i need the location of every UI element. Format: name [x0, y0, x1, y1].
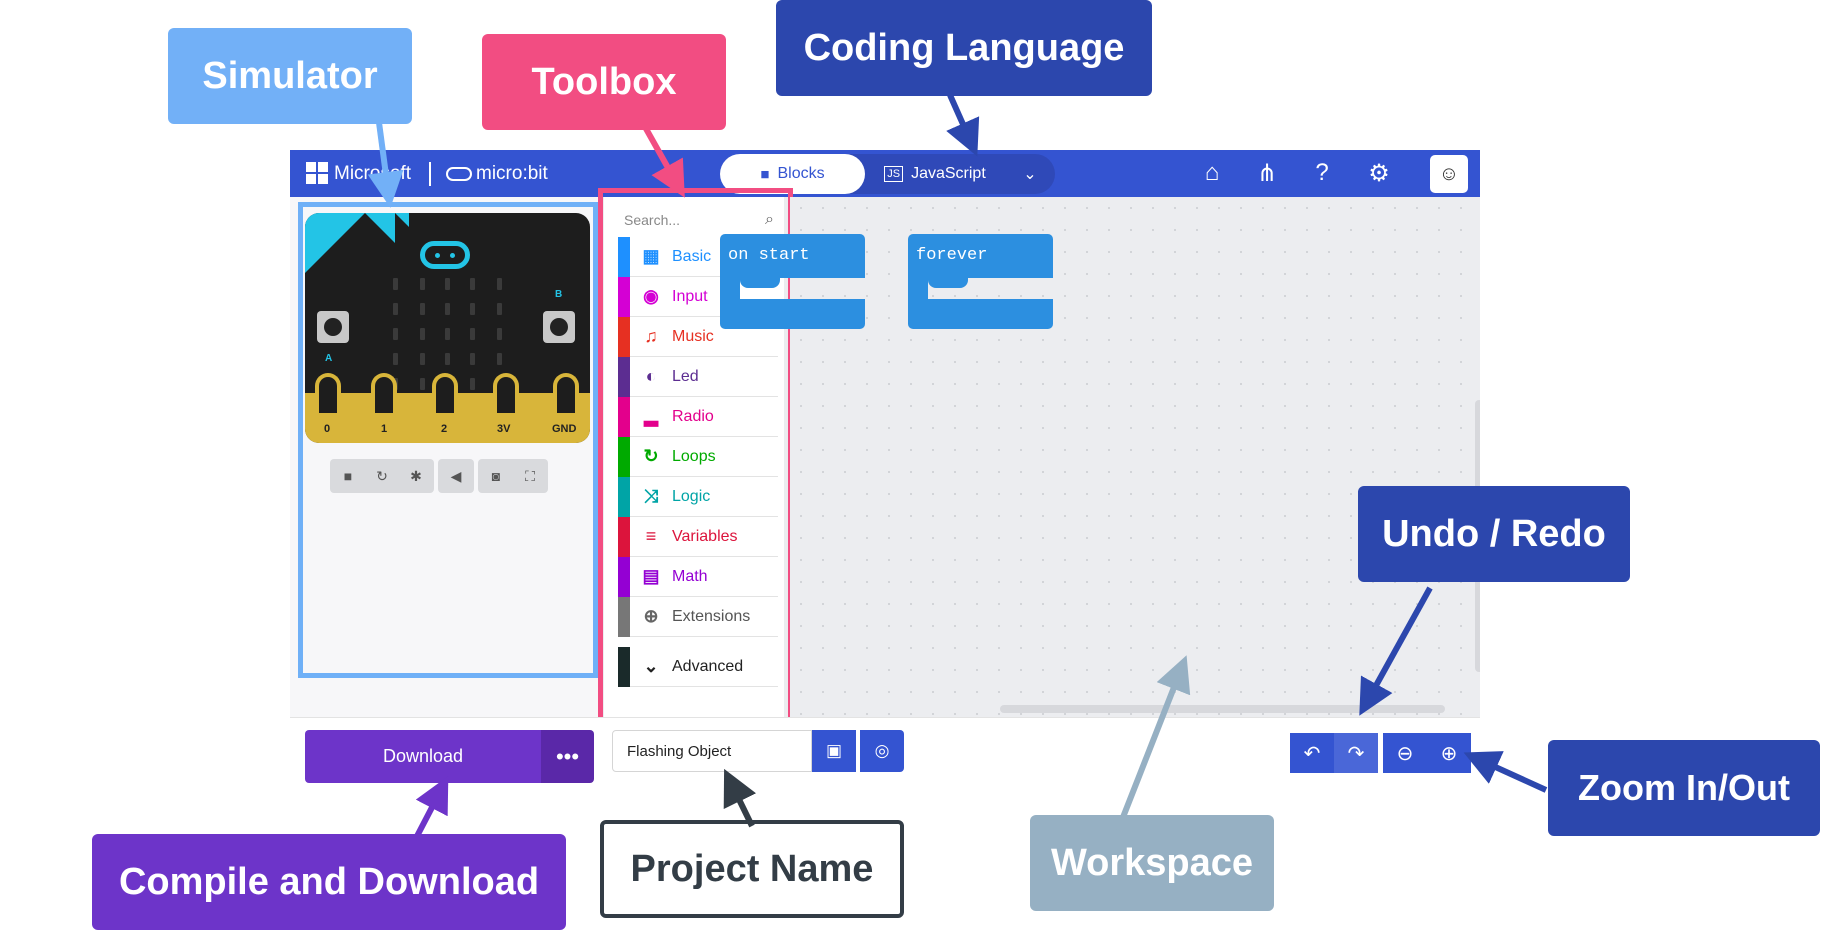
download-button[interactable]: Download: [305, 730, 541, 783]
callout-coding-language: Coding Language: [776, 0, 1152, 96]
redo-button[interactable]: ↷: [1334, 733, 1378, 773]
callout-simulator: Simulator: [168, 28, 412, 124]
block-footer: [720, 299, 865, 329]
makecode-editor: Microsoft micro:bit ■ Blocks JS JavaScri…: [290, 150, 1480, 790]
workspace-canvas[interactable]: on start forever: [720, 197, 1480, 717]
save-button[interactable]: ▣: [812, 730, 856, 772]
undo-icon: ↶: [1303, 742, 1321, 765]
top-menu-bar: Microsoft micro:bit ■ Blocks JS JavaScri…: [290, 150, 1480, 197]
callout-toolbox: Toolbox: [482, 34, 726, 130]
simulator-highlight-box: [298, 202, 598, 678]
user-icon: ☺: [1438, 162, 1460, 185]
share-icon: ⋔: [1256, 159, 1278, 187]
microbit-logo-icon: [446, 167, 472, 181]
puzzle-icon: ■: [760, 165, 770, 183]
redo-icon: ↷: [1347, 742, 1365, 765]
javascript-tab[interactable]: JS JavaScript: [865, 154, 1005, 194]
microsoft-brand-label: Microsoft: [334, 163, 412, 184]
block-footer: [908, 299, 1053, 329]
undo-button[interactable]: ↶: [1290, 733, 1334, 773]
help-button[interactable]: ?: [1305, 158, 1339, 188]
help-icon: ?: [1315, 159, 1329, 186]
on-start-block[interactable]: on start: [720, 234, 865, 329]
callout-workspace: Workspace: [1030, 815, 1274, 911]
callout-compile-download: Compile and Download: [92, 834, 566, 930]
download-more-button[interactable]: •••: [541, 730, 594, 783]
callout-zoom: Zoom In/Out: [1548, 740, 1820, 836]
zoom-in-button[interactable]: ⊕: [1427, 733, 1471, 773]
arrow-coding-language: [946, 93, 980, 157]
github-icon: ◎: [874, 741, 890, 760]
block-label: forever: [908, 234, 1053, 278]
home-button[interactable]: ⌂: [1195, 158, 1229, 188]
github-button[interactable]: ◎: [860, 730, 904, 772]
save-icon: ▣: [825, 741, 843, 760]
javascript-tab-label: JavaScript: [911, 165, 986, 182]
user-menu-button[interactable]: ☺: [1430, 155, 1468, 193]
chevron-down-icon: ⌄: [1023, 166, 1037, 183]
callout-project-name: Project Name: [600, 820, 904, 918]
minus-circle-icon: ⊖: [1396, 742, 1414, 765]
bottom-bar: Download ••• ▣ ◎ ↶ ↷ ⊖ ⊕: [290, 717, 1480, 790]
microsoft-logo-icon: [306, 162, 328, 184]
share-button[interactable]: ⋔: [1250, 158, 1284, 188]
arrow-zoom: [1463, 751, 1548, 793]
brand-divider: [429, 162, 431, 186]
zoom-out-button[interactable]: ⊖: [1383, 733, 1427, 773]
block-label: on start: [720, 234, 865, 278]
microbit-brand-label: micro:bit: [476, 163, 548, 184]
arrow-compile-download: [412, 776, 449, 842]
callout-undo-redo: Undo / Redo: [1358, 486, 1630, 582]
js-file-icon: JS: [884, 166, 904, 182]
home-icon: ⌂: [1204, 159, 1220, 186]
project-name-input[interactable]: [612, 730, 812, 772]
settings-button[interactable]: ⚙: [1362, 158, 1396, 188]
language-dropdown-button[interactable]: ⌄: [1005, 154, 1055, 194]
gear-icon: ⚙: [1368, 159, 1390, 187]
block-notch: [928, 278, 968, 288]
block-notch: [740, 278, 780, 288]
forever-block[interactable]: forever: [908, 234, 1053, 329]
plus-circle-icon: ⊕: [1440, 742, 1458, 765]
blocks-tab-label: Blocks: [777, 165, 825, 182]
workspace-horizontal-scrollbar[interactable]: [1000, 705, 1445, 713]
